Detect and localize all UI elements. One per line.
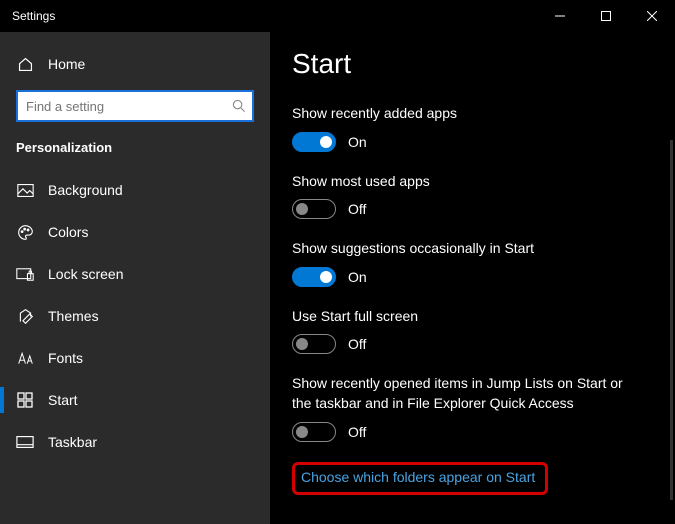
close-button[interactable] bbox=[629, 0, 675, 32]
search-input[interactable] bbox=[16, 90, 254, 122]
settings-window: Settings Home bbox=[0, 0, 675, 524]
search-icon bbox=[232, 99, 246, 113]
sidebar-item-background[interactable]: Background bbox=[0, 169, 270, 211]
fonts-icon bbox=[16, 351, 34, 366]
start-icon bbox=[16, 392, 34, 408]
toggle-state: Off bbox=[348, 336, 366, 352]
palette-icon bbox=[16, 224, 34, 241]
sidebar-home-label: Home bbox=[48, 56, 85, 72]
titlebar: Settings bbox=[0, 0, 675, 32]
highlight-annotation: Choose which folders appear on Start bbox=[292, 462, 548, 495]
home-icon bbox=[16, 56, 34, 73]
setting-label: Use Start full screen bbox=[292, 307, 645, 327]
toggle-full-screen[interactable] bbox=[292, 334, 336, 354]
sidebar-section-label: Personalization bbox=[0, 134, 270, 169]
search-box[interactable] bbox=[16, 90, 254, 122]
lock-screen-icon bbox=[16, 267, 34, 282]
page-title: Start bbox=[292, 48, 645, 80]
sidebar-item-label: Background bbox=[48, 182, 123, 198]
sidebar-item-start[interactable]: Start bbox=[0, 379, 270, 421]
sidebar-item-label: Fonts bbox=[48, 350, 83, 366]
setting-label: Show recently opened items in Jump Lists… bbox=[292, 374, 645, 413]
sidebar: Home Personalization Background bbox=[0, 32, 270, 524]
sidebar-item-label: Colors bbox=[48, 224, 88, 240]
setting-label: Show suggestions occasionally in Start bbox=[292, 239, 645, 259]
setting-suggestions: Show suggestions occasionally in Start O… bbox=[292, 239, 645, 287]
choose-folders-link[interactable]: Choose which folders appear on Start bbox=[301, 469, 535, 485]
toggle-state: On bbox=[348, 134, 367, 150]
setting-most-used: Show most used apps Off bbox=[292, 172, 645, 220]
toggle-state: On bbox=[348, 269, 367, 285]
maximize-button[interactable] bbox=[583, 0, 629, 32]
sidebar-item-label: Taskbar bbox=[48, 434, 97, 450]
window-title: Settings bbox=[12, 9, 55, 23]
sidebar-item-label: Start bbox=[48, 392, 78, 408]
sidebar-item-lock-screen[interactable]: Lock screen bbox=[0, 253, 270, 295]
toggle-recently-added[interactable] bbox=[292, 132, 336, 152]
setting-label: Show recently added apps bbox=[292, 104, 645, 124]
toggle-suggestions[interactable] bbox=[292, 267, 336, 287]
setting-jump-lists: Show recently opened items in Jump Lists… bbox=[292, 374, 645, 441]
content-area: Start Show recently added apps On Show m… bbox=[270, 32, 675, 524]
toggle-state: Off bbox=[348, 201, 366, 217]
taskbar-icon bbox=[16, 435, 34, 449]
sidebar-item-colors[interactable]: Colors bbox=[0, 211, 270, 253]
sidebar-item-label: Lock screen bbox=[48, 266, 123, 282]
setting-recently-added: Show recently added apps On bbox=[292, 104, 645, 152]
sidebar-item-label: Themes bbox=[48, 308, 99, 324]
toggle-jump-lists[interactable] bbox=[292, 422, 336, 442]
sidebar-item-taskbar[interactable]: Taskbar bbox=[0, 421, 270, 463]
setting-full-screen: Use Start full screen Off bbox=[292, 307, 645, 355]
picture-icon bbox=[16, 183, 34, 198]
toggle-most-used[interactable] bbox=[292, 199, 336, 219]
toggle-state: Off bbox=[348, 424, 366, 440]
themes-icon bbox=[16, 308, 34, 325]
minimize-button[interactable] bbox=[537, 0, 583, 32]
sidebar-item-fonts[interactable]: Fonts bbox=[0, 337, 270, 379]
sidebar-item-themes[interactable]: Themes bbox=[0, 295, 270, 337]
setting-label: Show most used apps bbox=[292, 172, 645, 192]
sidebar-nav: Background Colors Lock screen Themes Fon… bbox=[0, 169, 270, 463]
scrollbar[interactable] bbox=[670, 140, 673, 500]
sidebar-home[interactable]: Home bbox=[0, 44, 270, 84]
